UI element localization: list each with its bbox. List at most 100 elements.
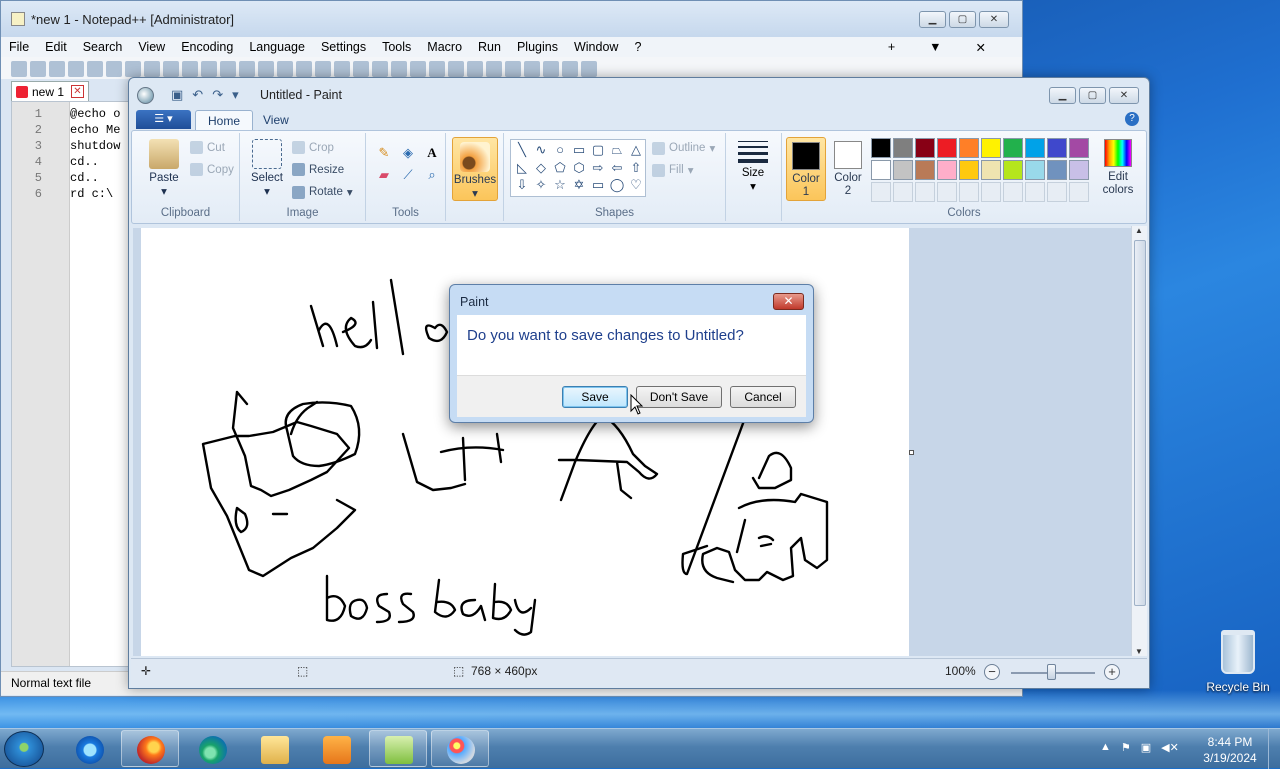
save-icon[interactable]: ▣ xyxy=(171,87,183,103)
redo-icon[interactable] xyxy=(220,60,236,77)
cut-icon[interactable] xyxy=(144,60,160,77)
menu-edit[interactable]: Edit xyxy=(45,40,67,54)
menu-help[interactable]: ? xyxy=(634,40,641,54)
code-line[interactable]: cd.. xyxy=(70,171,130,187)
start-button[interactable] xyxy=(4,731,44,767)
size-button[interactable]: Size ▾ xyxy=(734,137,772,193)
palette-color-swatch[interactable] xyxy=(937,160,957,180)
left-arrow-shape-icon[interactable]: ⇦ xyxy=(608,160,626,177)
palette-color-swatch[interactable] xyxy=(937,138,957,158)
heart-shape-icon[interactable]: ♡ xyxy=(627,177,645,194)
undo-icon[interactable] xyxy=(201,60,217,77)
close-icon[interactable] xyxy=(87,60,103,77)
recycle-bin[interactable]: Recycle Bin xyxy=(1203,630,1273,694)
customize-qat-icon[interactable]: ▾ xyxy=(232,87,239,103)
copy-icon[interactable] xyxy=(163,60,179,77)
color-1-button[interactable]: Color 1 xyxy=(786,137,826,201)
menu-file[interactable]: File xyxy=(9,40,29,54)
taskbar-paint[interactable] xyxy=(431,730,489,767)
zoom-out-button[interactable]: − xyxy=(984,664,1000,680)
close-button[interactable]: ✕ xyxy=(1109,87,1139,104)
close-all-icon[interactable] xyxy=(106,60,122,77)
close-doc-button[interactable]: ✕ xyxy=(976,40,986,55)
brushes-button[interactable]: Brushes ▾ xyxy=(452,137,498,201)
down-arrow-shape-icon[interactable]: ⇩ xyxy=(513,177,531,194)
show-desktop-button[interactable] xyxy=(1268,729,1280,769)
palette-color-swatch[interactable] xyxy=(871,138,891,158)
maximize-button[interactable]: ▢ xyxy=(949,11,976,28)
tab-list-button[interactable]: ▼ xyxy=(929,40,941,55)
wrap-icon[interactable] xyxy=(353,60,369,77)
hexagon-shape-icon[interactable]: ⬡ xyxy=(570,160,588,177)
monitor-icon[interactable] xyxy=(486,60,502,77)
show-hidden-icons-icon[interactable]: ▲ xyxy=(1100,741,1111,754)
pentagon-shape-icon[interactable]: ⬠ xyxy=(551,160,569,177)
palette-color-swatch[interactable] xyxy=(1003,138,1023,158)
eraser-icon[interactable]: ▰ xyxy=(374,165,394,185)
four-point-star-icon[interactable]: ✧ xyxy=(532,177,550,194)
palette-color-swatch[interactable] xyxy=(959,138,979,158)
palette-custom-slot[interactable] xyxy=(1003,182,1023,202)
menu-run[interactable]: Run xyxy=(478,40,501,54)
menu-macro[interactable]: Macro xyxy=(427,40,462,54)
oval-shape-icon[interactable]: ○ xyxy=(551,142,569,159)
outline-dropdown[interactable]: Outline ▾ xyxy=(652,141,715,155)
menu-plugins[interactable]: Plugins xyxy=(517,40,558,54)
five-point-star-icon[interactable]: ☆ xyxy=(551,177,569,194)
zoom-slider-thumb[interactable] xyxy=(1047,664,1056,680)
polygon-shape-icon[interactable]: ⏢ xyxy=(608,142,626,159)
palette-color-swatch[interactable] xyxy=(1069,160,1089,180)
taskbar-notepadpp[interactable] xyxy=(369,730,427,767)
taskbar-explorer[interactable] xyxy=(245,730,303,767)
notepadpp-titlebar[interactable]: *new 1 - Notepad++ [Administrator] xyxy=(1,1,1022,37)
indent-guide-icon[interactable] xyxy=(391,60,407,77)
help-icon[interactable]: ? xyxy=(1125,112,1139,126)
copy-button[interactable]: Copy xyxy=(190,163,234,176)
palette-color-swatch[interactable] xyxy=(893,160,913,180)
palette-color-swatch[interactable] xyxy=(1003,160,1023,180)
palette-color-swatch[interactable] xyxy=(915,160,935,180)
system-clock[interactable]: 8:44 PM 3/19/2024 xyxy=(1198,734,1262,766)
new-tab-button[interactable]: + xyxy=(888,40,895,55)
code-line[interactable]: @echo o xyxy=(70,107,130,123)
palette-custom-slot[interactable] xyxy=(959,182,979,202)
run-macro-icon[interactable] xyxy=(562,60,578,77)
resize-button[interactable]: Resize xyxy=(292,163,344,176)
replace-icon[interactable] xyxy=(258,60,274,77)
menu-view[interactable]: View xyxy=(138,40,165,54)
cut-button[interactable]: Cut xyxy=(190,141,225,154)
text-tool-icon[interactable]: A xyxy=(422,143,442,163)
diamond-shape-icon[interactable]: ◇ xyxy=(532,160,550,177)
save-icon[interactable] xyxy=(49,60,65,77)
oval-callout-shape-icon[interactable]: ◯ xyxy=(608,177,626,194)
print-icon[interactable] xyxy=(125,60,141,77)
palette-custom-slot[interactable] xyxy=(1025,182,1045,202)
scroll-thumb[interactable] xyxy=(1134,240,1146,606)
color-picker-icon[interactable]: ⟋ xyxy=(398,165,418,185)
menu-language[interactable]: Language xyxy=(249,40,305,54)
paint-file-menu-button[interactable]: ☰ ▾ xyxy=(136,110,191,129)
code-line[interactable]: echo Me xyxy=(70,123,130,139)
tab-new-1[interactable]: new 1 ✕ xyxy=(11,81,89,101)
stop-macro-icon[interactable] xyxy=(524,60,540,77)
taskbar-firefox[interactable] xyxy=(121,730,179,767)
rounded-rect-shape-icon[interactable]: ▢ xyxy=(589,142,607,159)
show-all-icon[interactable] xyxy=(372,60,388,77)
palette-custom-slot[interactable] xyxy=(937,182,957,202)
fill-bucket-icon[interactable]: ◈ xyxy=(398,143,418,163)
new-file-icon[interactable] xyxy=(11,60,27,77)
tab-home[interactable]: Home xyxy=(195,110,254,130)
paste-button[interactable]: Paste ▾ xyxy=(142,139,186,198)
line-shape-icon[interactable]: ╲ xyxy=(513,142,531,159)
redo-icon[interactable]: ↷ xyxy=(212,87,223,103)
rectangle-shape-icon[interactable]: ▭ xyxy=(570,142,588,159)
zoom-in-button[interactable]: + xyxy=(1104,664,1120,680)
code-line[interactable]: shutdow xyxy=(70,139,130,155)
network-icon[interactable]: ▣ xyxy=(1141,741,1151,754)
paint-titlebar[interactable]: ▣ ↶ ↷ ▾ Untitled - Paint ▁ ▢ ✕ xyxy=(129,78,1149,112)
menu-settings[interactable]: Settings xyxy=(321,40,366,54)
rotate-button[interactable]: Rotate ▾ xyxy=(292,185,353,199)
sync-h-icon[interactable] xyxy=(334,60,350,77)
play-macro-icon[interactable] xyxy=(543,60,559,77)
zoom-in-icon[interactable] xyxy=(277,60,293,77)
